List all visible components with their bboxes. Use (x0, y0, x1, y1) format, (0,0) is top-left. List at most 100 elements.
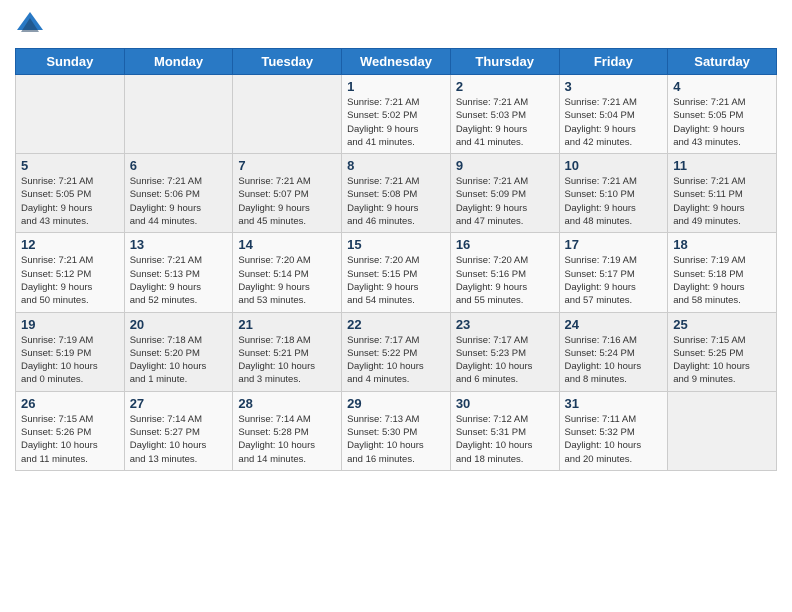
day-info: Sunrise: 7:17 AM Sunset: 5:22 PM Dayligh… (347, 334, 445, 387)
weekday-header: Wednesday (342, 49, 451, 75)
day-number: 17 (565, 237, 663, 252)
calendar-cell: 1 Sunrise: 7:21 AM Sunset: 5:02 PM Daylig… (342, 75, 451, 154)
weekday-header: Monday (124, 49, 233, 75)
calendar-cell (668, 391, 777, 470)
calendar-cell: 15 Sunrise: 7:20 AM Sunset: 5:15 PM Dayli… (342, 233, 451, 312)
day-number: 12 (21, 237, 119, 252)
calendar-cell: 19 Sunrise: 7:19 AM Sunset: 5:19 PM Dayli… (16, 312, 125, 391)
weekday-header: Thursday (450, 49, 559, 75)
day-number: 28 (238, 396, 336, 411)
day-info: Sunrise: 7:11 AM Sunset: 5:32 PM Dayligh… (565, 413, 663, 466)
day-number: 27 (130, 396, 228, 411)
day-number: 30 (456, 396, 554, 411)
day-info: Sunrise: 7:18 AM Sunset: 5:21 PM Dayligh… (238, 334, 336, 387)
weekday-header: Saturday (668, 49, 777, 75)
day-info: Sunrise: 7:21 AM Sunset: 5:06 PM Dayligh… (130, 175, 228, 228)
calendar-container: SundayMondayTuesdayWednesdayThursdayFrid… (0, 0, 792, 481)
day-number: 22 (347, 317, 445, 332)
calendar-cell (124, 75, 233, 154)
calendar-week-row: 19 Sunrise: 7:19 AM Sunset: 5:19 PM Dayli… (16, 312, 777, 391)
header (15, 10, 777, 40)
calendar-cell (16, 75, 125, 154)
calendar-table: SundayMondayTuesdayWednesdayThursdayFrid… (15, 48, 777, 471)
calendar-body: 1 Sunrise: 7:21 AM Sunset: 5:02 PM Daylig… (16, 75, 777, 471)
calendar-header: SundayMondayTuesdayWednesdayThursdayFrid… (16, 49, 777, 75)
day-number: 2 (456, 79, 554, 94)
calendar-cell: 13 Sunrise: 7:21 AM Sunset: 5:13 PM Dayli… (124, 233, 233, 312)
day-info: Sunrise: 7:21 AM Sunset: 5:04 PM Dayligh… (565, 96, 663, 149)
day-info: Sunrise: 7:21 AM Sunset: 5:05 PM Dayligh… (21, 175, 119, 228)
calendar-cell: 20Sunrise: 7:18 AM Sunset: 5:20 PM Dayli… (124, 312, 233, 391)
day-info: Sunrise: 7:20 AM Sunset: 5:15 PM Dayligh… (347, 254, 445, 307)
day-number: 7 (238, 158, 336, 173)
day-info: Sunrise: 7:19 AM Sunset: 5:18 PM Dayligh… (673, 254, 771, 307)
day-info: Sunrise: 7:12 AM Sunset: 5:31 PM Dayligh… (456, 413, 554, 466)
day-info: Sunrise: 7:21 AM Sunset: 5:02 PM Dayligh… (347, 96, 445, 149)
calendar-cell: 12Sunrise: 7:21 AM Sunset: 5:12 PM Dayli… (16, 233, 125, 312)
day-info: Sunrise: 7:21 AM Sunset: 5:05 PM Dayligh… (673, 96, 771, 149)
day-info: Sunrise: 7:17 AM Sunset: 5:23 PM Dayligh… (456, 334, 554, 387)
day-number: 10 (565, 158, 663, 173)
calendar-cell: 3 Sunrise: 7:21 AM Sunset: 5:04 PM Daylig… (559, 75, 668, 154)
calendar-cell: 31 Sunrise: 7:11 AM Sunset: 5:32 PM Dayli… (559, 391, 668, 470)
day-info: Sunrise: 7:21 AM Sunset: 5:03 PM Dayligh… (456, 96, 554, 149)
day-info: Sunrise: 7:21 AM Sunset: 5:11 PM Dayligh… (673, 175, 771, 228)
day-number: 1 (347, 79, 445, 94)
weekday-header: Sunday (16, 49, 125, 75)
calendar-cell: 27Sunrise: 7:14 AM Sunset: 5:27 PM Dayli… (124, 391, 233, 470)
calendar-cell: 11Sunrise: 7:21 AM Sunset: 5:11 PM Dayli… (668, 154, 777, 233)
day-number: 3 (565, 79, 663, 94)
calendar-cell: 28 Sunrise: 7:14 AM Sunset: 5:28 PM Dayli… (233, 391, 342, 470)
day-number: 6 (130, 158, 228, 173)
calendar-cell: 26 Sunrise: 7:15 AM Sunset: 5:26 PM Dayli… (16, 391, 125, 470)
day-info: Sunrise: 7:21 AM Sunset: 5:09 PM Dayligh… (456, 175, 554, 228)
calendar-cell: 9 Sunrise: 7:21 AM Sunset: 5:09 PM Daylig… (450, 154, 559, 233)
calendar-cell: 30 Sunrise: 7:12 AM Sunset: 5:31 PM Dayli… (450, 391, 559, 470)
calendar-week-row: 26 Sunrise: 7:15 AM Sunset: 5:26 PM Dayli… (16, 391, 777, 470)
calendar-week-row: 1 Sunrise: 7:21 AM Sunset: 5:02 PM Daylig… (16, 75, 777, 154)
weekday-header: Tuesday (233, 49, 342, 75)
day-info: Sunrise: 7:19 AM Sunset: 5:19 PM Dayligh… (21, 334, 119, 387)
day-number: 19 (21, 317, 119, 332)
calendar-cell: 10 Sunrise: 7:21 AM Sunset: 5:10 PM Dayli… (559, 154, 668, 233)
day-number: 5 (21, 158, 119, 173)
day-info: Sunrise: 7:16 AM Sunset: 5:24 PM Dayligh… (565, 334, 663, 387)
calendar-cell: 24Sunrise: 7:16 AM Sunset: 5:24 PM Dayli… (559, 312, 668, 391)
weekday-header: Friday (559, 49, 668, 75)
day-number: 15 (347, 237, 445, 252)
calendar-cell (233, 75, 342, 154)
calendar-week-row: 5 Sunrise: 7:21 AM Sunset: 5:05 PM Daylig… (16, 154, 777, 233)
day-info: Sunrise: 7:21 AM Sunset: 5:08 PM Dayligh… (347, 175, 445, 228)
day-number: 14 (238, 237, 336, 252)
day-number: 18 (673, 237, 771, 252)
calendar-cell: 22 Sunrise: 7:17 AM Sunset: 5:22 PM Dayli… (342, 312, 451, 391)
calendar-cell: 16Sunrise: 7:20 AM Sunset: 5:16 PM Dayli… (450, 233, 559, 312)
day-info: Sunrise: 7:20 AM Sunset: 5:14 PM Dayligh… (238, 254, 336, 307)
calendar-cell: 21Sunrise: 7:18 AM Sunset: 5:21 PM Dayli… (233, 312, 342, 391)
calendar-cell: 23 Sunrise: 7:17 AM Sunset: 5:23 PM Dayli… (450, 312, 559, 391)
day-number: 23 (456, 317, 554, 332)
logo (15, 10, 49, 40)
day-number: 13 (130, 237, 228, 252)
day-info: Sunrise: 7:21 AM Sunset: 5:13 PM Dayligh… (130, 254, 228, 307)
calendar-cell: 2 Sunrise: 7:21 AM Sunset: 5:03 PM Daylig… (450, 75, 559, 154)
day-info: Sunrise: 7:14 AM Sunset: 5:28 PM Dayligh… (238, 413, 336, 466)
day-number: 31 (565, 396, 663, 411)
calendar-cell: 17 Sunrise: 7:19 AM Sunset: 5:17 PM Dayli… (559, 233, 668, 312)
day-number: 25 (673, 317, 771, 332)
day-number: 29 (347, 396, 445, 411)
calendar-cell: 4 Sunrise: 7:21 AM Sunset: 5:05 PM Daylig… (668, 75, 777, 154)
day-info: Sunrise: 7:15 AM Sunset: 5:26 PM Dayligh… (21, 413, 119, 466)
calendar-cell: 14 Sunrise: 7:20 AM Sunset: 5:14 PM Dayli… (233, 233, 342, 312)
day-info: Sunrise: 7:18 AM Sunset: 5:20 PM Dayligh… (130, 334, 228, 387)
day-number: 4 (673, 79, 771, 94)
calendar-cell: 6 Sunrise: 7:21 AM Sunset: 5:06 PM Daylig… (124, 154, 233, 233)
calendar-week-row: 12Sunrise: 7:21 AM Sunset: 5:12 PM Dayli… (16, 233, 777, 312)
day-number: 26 (21, 396, 119, 411)
day-number: 9 (456, 158, 554, 173)
day-number: 8 (347, 158, 445, 173)
day-info: Sunrise: 7:13 AM Sunset: 5:30 PM Dayligh… (347, 413, 445, 466)
day-info: Sunrise: 7:19 AM Sunset: 5:17 PM Dayligh… (565, 254, 663, 307)
day-info: Sunrise: 7:21 AM Sunset: 5:10 PM Dayligh… (565, 175, 663, 228)
day-info: Sunrise: 7:15 AM Sunset: 5:25 PM Dayligh… (673, 334, 771, 387)
